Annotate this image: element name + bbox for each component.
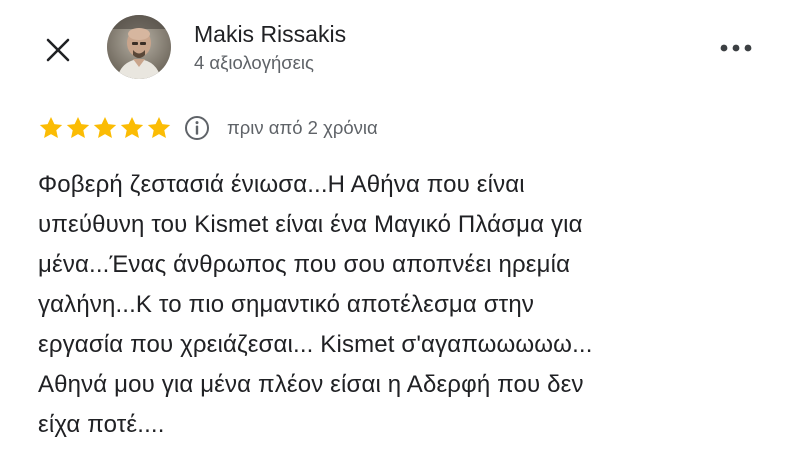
more-options-button[interactable] xyxy=(714,30,758,66)
reviewer-info[interactable]: Makis Rissakis 4 αξιολογήσεις xyxy=(194,20,346,76)
review-time: πριν από 2 χρόνια xyxy=(227,117,378,138)
info-button[interactable] xyxy=(184,115,210,141)
star-icon xyxy=(146,115,172,141)
rating-row: πριν από 2 χρόνια xyxy=(38,112,378,144)
reviewer-reviews-count: 4 αξιολογήσεις xyxy=(194,52,314,73)
review-text: Φοβερή ζεστασιά ένιωσα...Η Αθήνα που είν… xyxy=(38,171,593,438)
info-icon xyxy=(185,116,209,140)
star-icon xyxy=(119,115,145,141)
star-rating xyxy=(38,115,172,141)
star-icon xyxy=(38,115,64,141)
avatar[interactable] xyxy=(107,15,171,79)
more-horizontal-icon xyxy=(720,44,752,52)
star-icon xyxy=(92,115,118,141)
star-icon xyxy=(65,115,91,141)
close-button[interactable] xyxy=(38,30,78,70)
reviewer-name[interactable]: Makis Rissakis xyxy=(194,20,346,48)
avatar-photo xyxy=(107,15,171,79)
close-icon xyxy=(46,38,70,62)
